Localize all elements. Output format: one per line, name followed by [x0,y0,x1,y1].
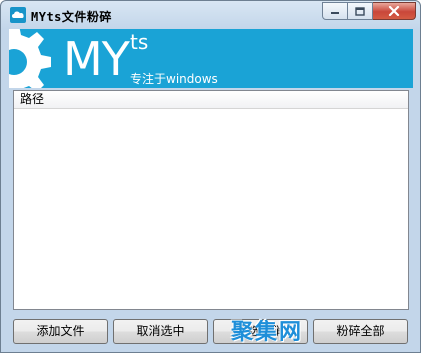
gear-icon [9,29,51,88]
maximize-icon [355,6,365,16]
cloud-app-icon [10,7,26,23]
file-list[interactable]: 路径 [13,90,409,310]
button-row: 添加文件 取消选中 全选取消 粉碎全部 [13,319,409,345]
cancel-selected-button[interactable]: 取消选中 [113,319,208,344]
column-header-path[interactable]: 路径 [14,91,408,109]
window-title: MYts文件粉碎 [31,10,112,24]
minimize-icon [331,12,339,14]
banner-logo: MY [63,32,130,86]
banner-tagline: 专注于windows [130,72,218,86]
maximize-button[interactable] [348,2,373,20]
caption-buttons [322,2,416,21]
add-files-button[interactable]: 添加文件 [13,319,108,344]
close-button[interactable] [373,2,416,20]
app-banner: MY ts 专注于windows [9,29,413,88]
watermark: 聚集网 [231,320,304,345]
close-icon [388,6,400,16]
minimize-button[interactable] [322,2,348,20]
app-window: MYts文件粉碎 MY ts 专注于windows 路径 添加文件 取消选中 全… [0,0,421,353]
title-bar[interactable]: MYts文件粉碎 [1,1,420,29]
banner-logo-sup: ts [130,30,149,54]
